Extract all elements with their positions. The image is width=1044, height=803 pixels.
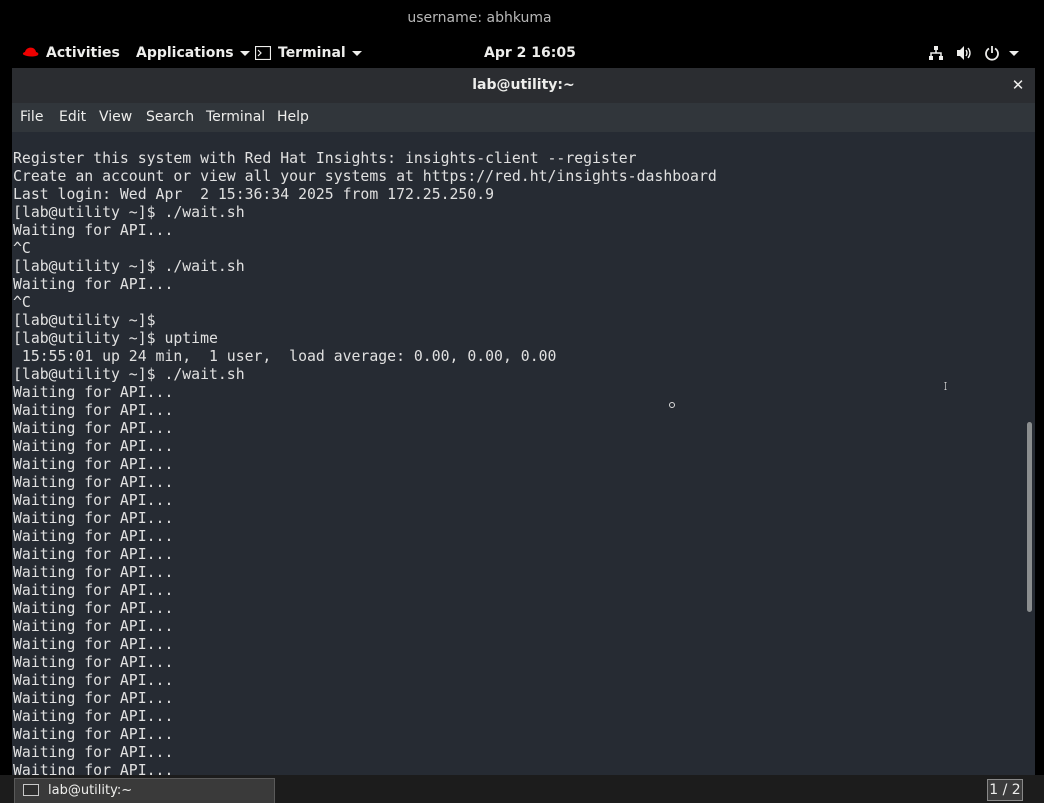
window-list-bar: lab@utility:~ 1 / 2	[0, 775, 1044, 803]
power-menu[interactable]	[984, 38, 1019, 68]
session-user-banner: username: abhkuma	[0, 0, 1044, 38]
terminal-line: Waiting for API...	[13, 456, 174, 473]
terminal-line: [lab@utility ~]$ uptime	[13, 330, 218, 347]
terminal-line: 15:55:01 up 24 min, 1 user, load average…	[13, 348, 557, 365]
applications-label: Applications	[136, 45, 234, 61]
network-icon[interactable]	[928, 38, 944, 68]
terminal-line: [lab@utility ~]$	[13, 312, 156, 329]
power-icon	[985, 46, 999, 61]
menu-search[interactable]: Search	[146, 103, 194, 132]
taskbar-window-button[interactable]: lab@utility:~	[14, 778, 275, 803]
activities-button[interactable]: Activities	[22, 38, 120, 68]
workspace-indicator[interactable]: 1 / 2	[987, 779, 1023, 801]
terminal-line: Waiting for API...	[13, 582, 174, 599]
terminal-line: Waiting for API...	[13, 492, 174, 509]
volume-icon[interactable]	[956, 38, 974, 68]
menu-terminal[interactable]: Terminal	[206, 103, 265, 132]
menu-view[interactable]: View	[99, 103, 132, 132]
top-bar: Activities Applications Terminal Apr 2 1…	[12, 38, 1034, 68]
terminal-line: Waiting for API...	[13, 672, 174, 689]
terminal-line: Waiting for API...	[13, 636, 174, 653]
terminal-line: Waiting for API...	[13, 420, 174, 437]
terminal-line: Waiting for API...	[13, 402, 174, 419]
terminal-line: Create an account or view all your syste…	[13, 168, 717, 185]
cursor-dot	[669, 402, 675, 408]
terminal-line: [lab@utility ~]$ ./wait.sh	[13, 366, 245, 383]
close-icon[interactable]: ✕	[1009, 76, 1027, 94]
window-titlebar[interactable]: lab@utility:~ ✕	[12, 68, 1035, 104]
terminal-line: Waiting for API...	[13, 546, 174, 563]
terminal-line: ^C	[13, 294, 31, 311]
terminal-output[interactable]: Register this system with Red Hat Insigh…	[12, 132, 1024, 775]
chevron-down-icon	[1009, 50, 1019, 56]
text-cursor-icon	[944, 381, 947, 391]
terminal-icon	[23, 784, 39, 796]
scrollbar-thumb[interactable]	[1027, 422, 1032, 612]
terminal-line: Waiting for API...	[13, 384, 174, 401]
taskbar-window-label: lab@utility:~	[48, 783, 133, 798]
activities-label: Activities	[46, 45, 120, 61]
terminal-line: ^C	[13, 240, 31, 257]
terminal-text: Register this system with Red Hat Insigh…	[13, 150, 717, 775]
redhat-logo-icon	[22, 47, 39, 57]
chevron-down-icon	[239, 50, 250, 56]
terminal-line: Waiting for API...	[13, 690, 174, 707]
clock[interactable]: Apr 2 16:05	[484, 38, 576, 68]
terminal-line: Waiting for API...	[13, 654, 174, 671]
applications-menu[interactable]: Applications	[136, 38, 250, 68]
menu-edit[interactable]: Edit	[59, 103, 86, 132]
terminal-app-menu[interactable]: Terminal	[254, 38, 362, 68]
terminal-line: Last login: Wed Apr 2 15:36:34 2025 from…	[13, 186, 495, 203]
terminal-line: Waiting for API...	[13, 708, 174, 725]
menu-help[interactable]: Help	[277, 103, 309, 132]
terminal-line: Waiting for API...	[13, 618, 174, 635]
terminal-app-label: Terminal	[278, 45, 346, 61]
terminal-line: [lab@utility ~]$ ./wait.sh	[13, 258, 245, 275]
terminal-line: Waiting for API...	[13, 276, 174, 293]
terminal-line: Waiting for API...	[13, 438, 174, 455]
terminal-line: Waiting for API...	[13, 726, 174, 743]
terminal-line: Waiting for API...	[13, 510, 174, 527]
terminal-window: lab@utility:~ ✕ File Edit View Search Te…	[12, 68, 1035, 775]
terminal-line: [lab@utility ~]$ ./wait.sh	[13, 204, 245, 221]
terminal-line: Waiting for API...	[13, 528, 174, 545]
menu-file[interactable]: File	[20, 103, 43, 132]
terminal-line: Waiting for API...	[13, 762, 174, 775]
terminal-line: Waiting for API...	[13, 222, 174, 239]
terminal-scrollbar[interactable]	[1024, 132, 1035, 775]
menu-bar: File Edit View Search Terminal Help	[12, 103, 1035, 132]
terminal-line: Register this system with Red Hat Insigh…	[13, 150, 637, 167]
terminal-line: Waiting for API...	[13, 474, 174, 491]
terminal-line: Waiting for API...	[13, 600, 174, 617]
window-title: lab@utility:~	[472, 77, 575, 93]
chevron-down-icon	[351, 50, 362, 56]
terminal-icon	[254, 45, 272, 61]
terminal-line: Waiting for API...	[13, 564, 174, 581]
terminal-line: Waiting for API...	[13, 744, 174, 761]
